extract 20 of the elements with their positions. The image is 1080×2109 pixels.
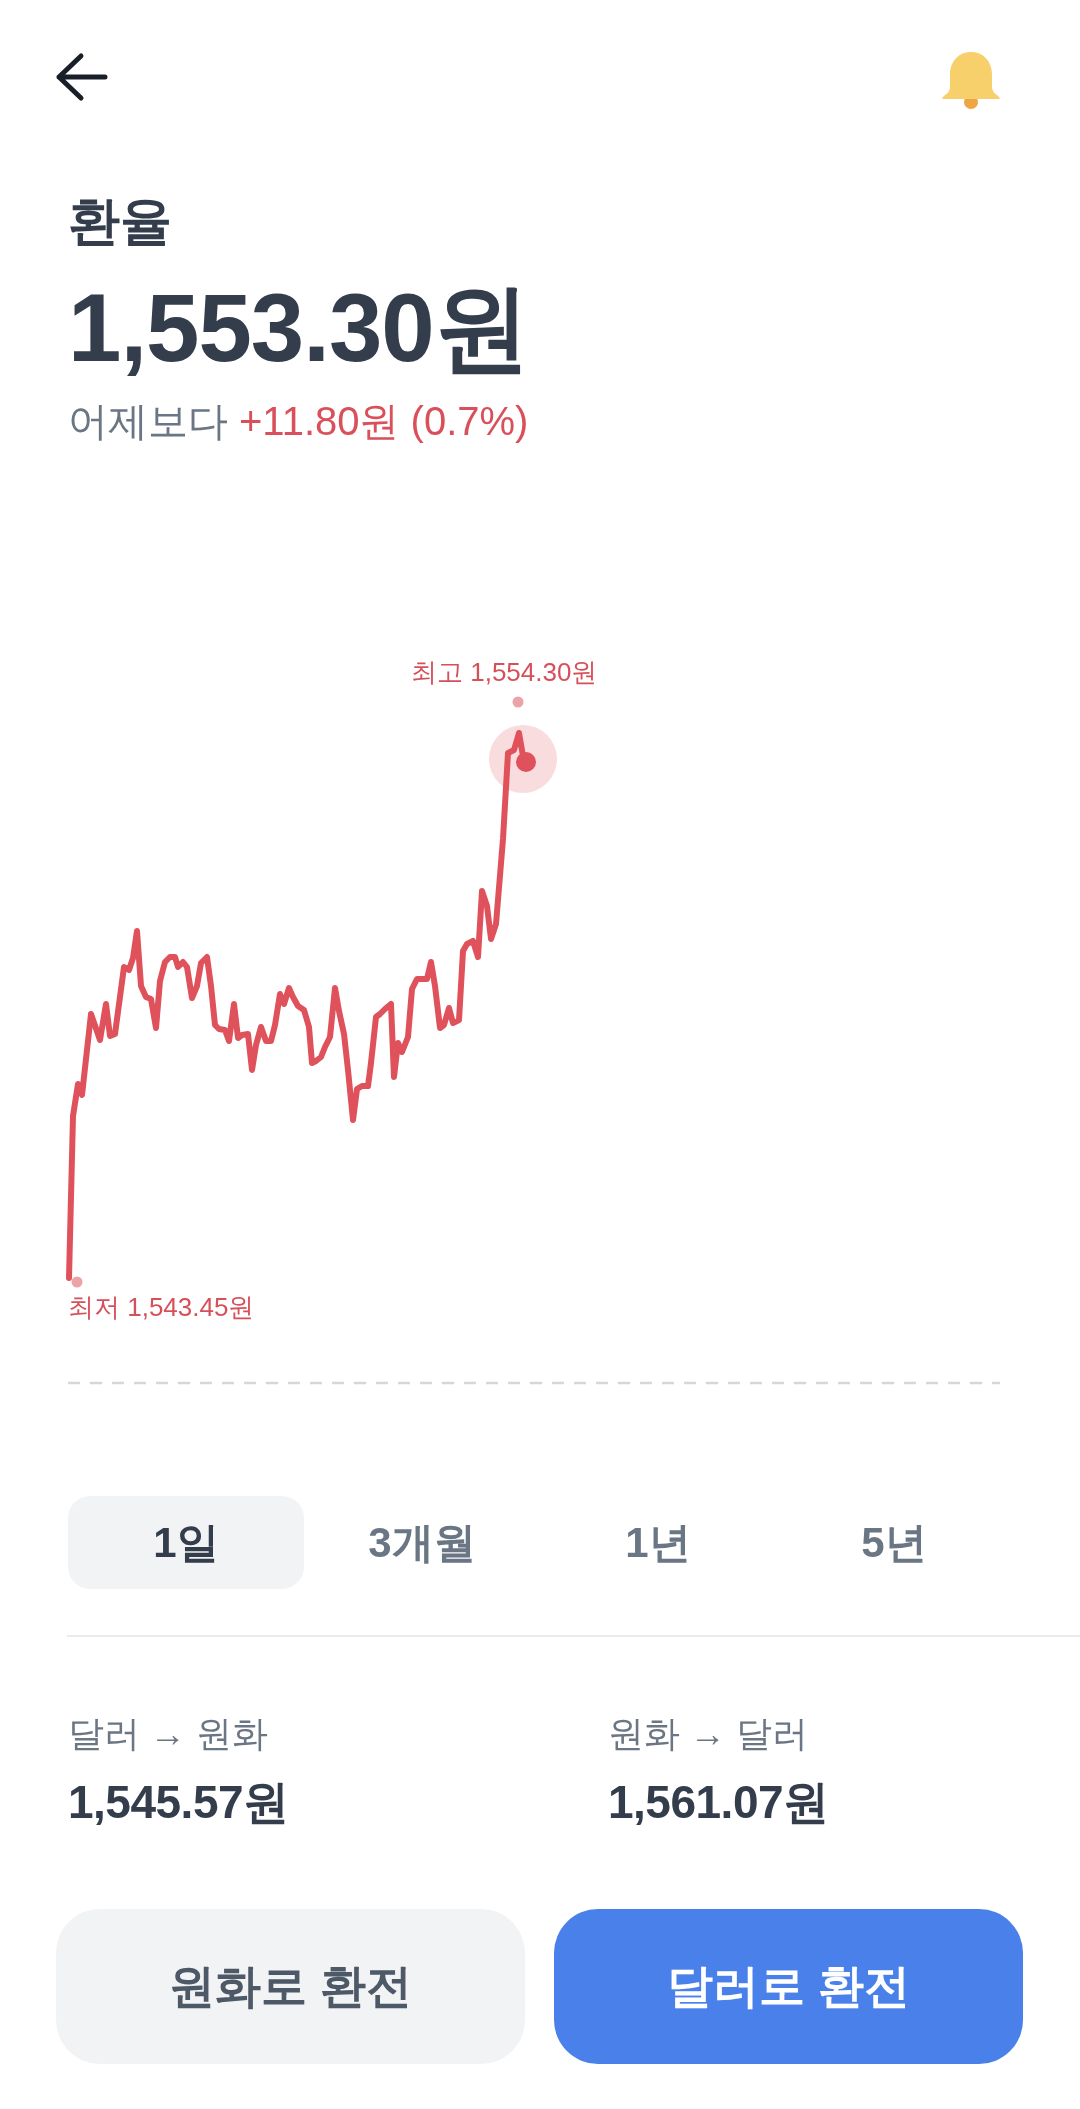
- page-title: 환율: [68, 191, 172, 252]
- low-marker-icon: [71, 1276, 83, 1288]
- low-label: 최저 1,543.45원: [68, 1292, 255, 1322]
- current-point-icon: [489, 725, 557, 793]
- rate-value: 1,545.57원: [68, 1775, 289, 1830]
- change-label: 어제보다: [68, 398, 228, 445]
- period-tab[interactable]: 5년: [776, 1496, 1012, 1589]
- period-tab[interactable]: 3개월: [304, 1496, 540, 1589]
- period-tab[interactable]: 1일: [68, 1496, 304, 1589]
- high-marker-icon: [512, 696, 524, 708]
- exchange-button[interactable]: 원화로 환전: [56, 1909, 525, 2064]
- change-value: +11.80원 (0.7%): [239, 398, 529, 445]
- current-rate: 1,553.30원: [68, 275, 529, 381]
- rate-label: 달러 → 원화: [68, 1712, 268, 1756]
- high-label: 최고 1,554.30원: [411, 657, 598, 687]
- rate-label: 원화 → 달러: [608, 1712, 808, 1756]
- back-arrow-icon[interactable]: [54, 52, 108, 102]
- exchange-button[interactable]: 달러로 환전: [554, 1909, 1023, 2064]
- period-tab[interactable]: 1년: [540, 1496, 776, 1589]
- rate-value: 1,561.07원: [608, 1775, 829, 1830]
